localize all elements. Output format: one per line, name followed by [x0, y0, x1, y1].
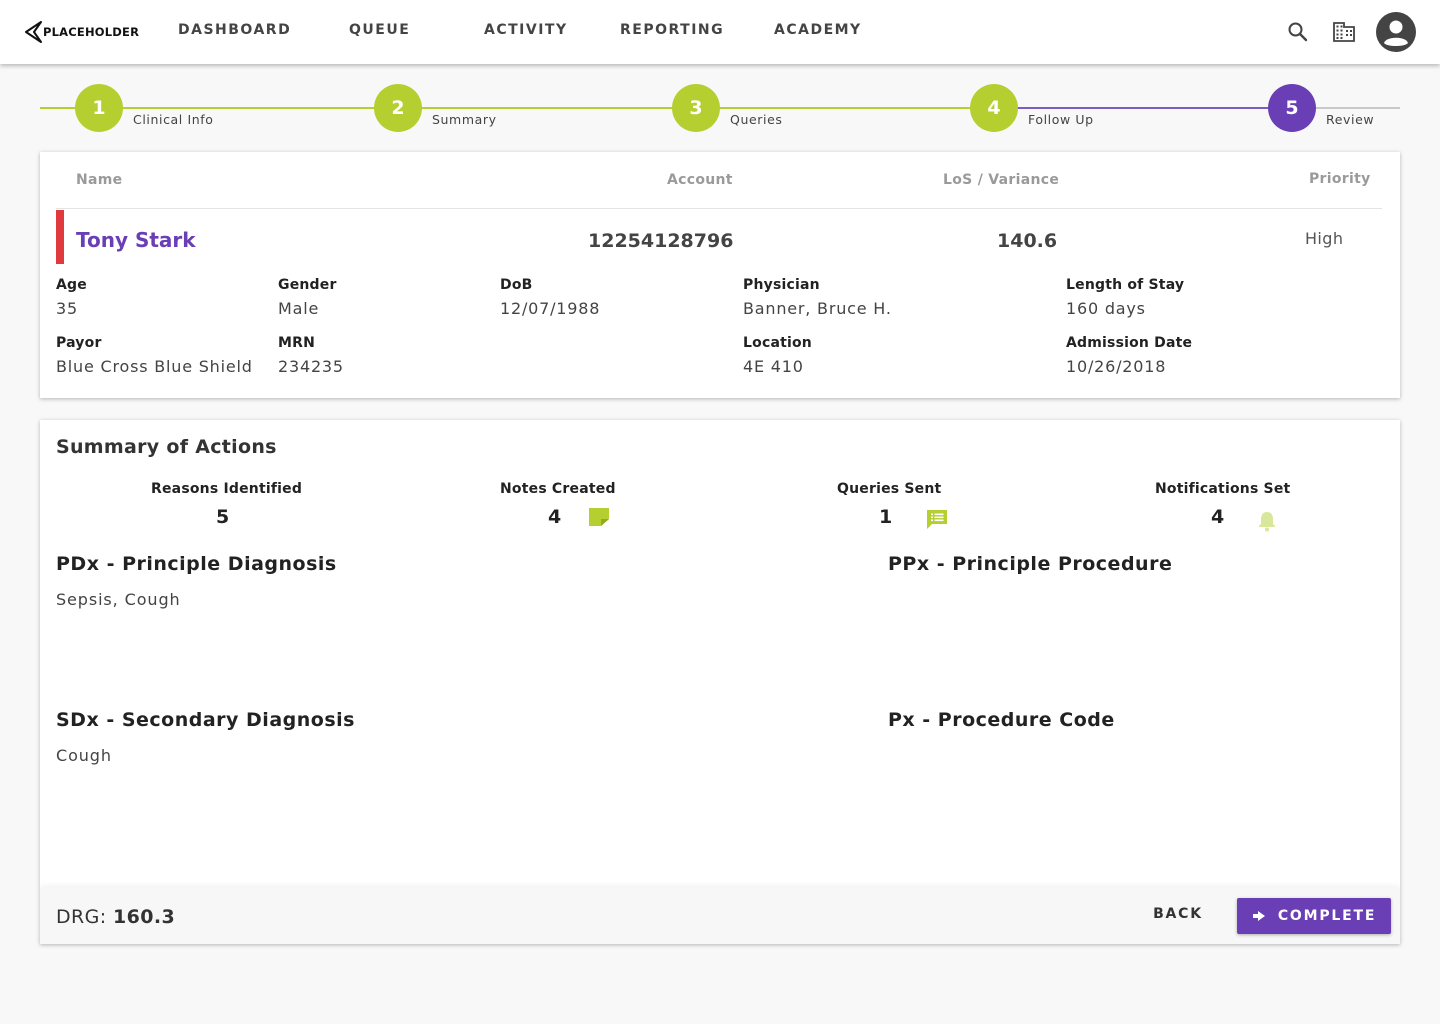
physician-value: Banner, Bruce H.	[743, 299, 892, 318]
location-value: 4E 410	[743, 357, 804, 376]
notifications-set-value: 4	[1211, 506, 1225, 528]
notes-created-label: Notes Created	[500, 481, 616, 497]
patient-name[interactable]: Tony Stark	[76, 228, 196, 252]
account-icon[interactable]	[1375, 11, 1417, 57]
summary-title: Summary of Actions	[56, 436, 277, 458]
header-divider	[56, 208, 1382, 209]
reasons-identified-label: Reasons Identified	[151, 481, 303, 497]
patient-card: Name Account LoS / Variance Priority Ton…	[40, 152, 1400, 398]
stepper-line-active	[994, 107, 1294, 109]
step-3[interactable]: 3	[672, 84, 720, 132]
step-1[interactable]: 1	[75, 84, 123, 132]
note-icon[interactable]	[588, 507, 610, 531]
step-2[interactable]: 2	[374, 84, 422, 132]
stepper-line-complete	[40, 107, 994, 109]
mrn-value: 234235	[278, 357, 344, 376]
nav-dashboard[interactable]: DASHBOARD	[178, 22, 291, 38]
location-label: Location	[743, 335, 812, 351]
length-of-stay-label: Length of Stay	[1066, 277, 1185, 293]
age-value: 35	[56, 299, 78, 318]
logo-mark-icon	[25, 21, 42, 43]
step-3-label[interactable]: Queries	[730, 112, 782, 127]
ppx-title: PPx - Principle Procedure	[888, 553, 1173, 575]
header-name: Name	[76, 172, 123, 188]
gender-label: Gender	[278, 277, 337, 293]
header-priority: Priority	[1309, 171, 1371, 187]
age-label: Age	[56, 277, 87, 293]
header-account: Account	[667, 172, 733, 188]
header-los-variance: LoS / Variance	[943, 172, 1060, 188]
summary-card: Summary of Actions Reasons Identified 5 …	[40, 420, 1400, 944]
nav-queue[interactable]: QUEUE	[349, 22, 410, 38]
priority-indicator	[56, 210, 64, 264]
sdx-title: SDx - Secondary Diagnosis	[56, 709, 355, 731]
action-footer: DRG: 160.3 BACK COMPLETE	[40, 888, 1400, 944]
search-icon[interactable]	[1286, 20, 1310, 48]
progress-stepper: 1 Clinical Info 2 Summary 3 Queries 4 Fo…	[40, 84, 1400, 132]
sdx-value: Cough	[56, 746, 112, 765]
dob-label: DoB	[500, 277, 533, 293]
pdx-value: Sepsis, Cough	[56, 590, 181, 609]
payor-label: Payor	[56, 335, 102, 351]
complete-button[interactable]: COMPLETE	[1237, 898, 1391, 934]
mrn-label: MRN	[278, 335, 316, 351]
account-number: 12254128796	[588, 230, 734, 252]
nav-academy[interactable]: ACADEMY	[774, 22, 862, 38]
drg-value: 160.3	[113, 906, 176, 928]
logo-text: PLACEHOLDER	[43, 25, 140, 39]
complete-label: COMPLETE	[1277, 908, 1377, 924]
step-4[interactable]: 4	[970, 84, 1018, 132]
nav-reporting[interactable]: REPORTING	[620, 22, 724, 38]
priority-value: High	[1305, 229, 1344, 248]
drg-display: DRG: 160.3	[56, 906, 175, 928]
dob-value: 12/07/1988	[500, 299, 601, 318]
notes-created-value: 4	[548, 506, 562, 528]
gender-value: Male	[278, 299, 320, 318]
top-navbar: PLACEHOLDER DASHBOARD QUEUE ACTIVITY REP…	[0, 0, 1440, 64]
nav-activity[interactable]: ACTIVITY	[484, 22, 568, 38]
queries-sent-value: 1	[879, 506, 893, 528]
message-icon[interactable]	[925, 509, 949, 535]
step-5-label[interactable]: Review	[1326, 112, 1374, 127]
admission-date-label: Admission Date	[1066, 335, 1193, 351]
queries-sent-label: Queries Sent	[837, 481, 942, 497]
px-title: Px - Procedure Code	[888, 709, 1115, 731]
length-of-stay-value: 160 days	[1066, 299, 1146, 318]
step-4-label[interactable]: Follow Up	[1028, 112, 1094, 127]
drg-label: DRG:	[56, 906, 107, 928]
step-5[interactable]: 5	[1268, 84, 1316, 132]
step-2-label[interactable]: Summary	[432, 112, 497, 127]
step-1-label[interactable]: Clinical Info	[133, 112, 214, 127]
notifications-set-label: Notifications Set	[1155, 481, 1291, 497]
physician-label: Physician	[743, 277, 820, 293]
pdx-title: PDx - Principle Diagnosis	[56, 553, 337, 575]
arrow-right-icon	[1252, 911, 1265, 921]
logo[interactable]: PLACEHOLDER	[24, 20, 139, 44]
los-variance-value: 140.6	[997, 230, 1058, 252]
reasons-identified-value: 5	[216, 506, 230, 528]
payor-value: Blue Cross Blue Shield	[56, 357, 253, 376]
back-button[interactable]: BACK	[1138, 906, 1218, 922]
bell-icon[interactable]	[1257, 510, 1277, 536]
admission-date-value: 10/26/2018	[1066, 357, 1167, 376]
building-icon[interactable]	[1332, 20, 1356, 48]
